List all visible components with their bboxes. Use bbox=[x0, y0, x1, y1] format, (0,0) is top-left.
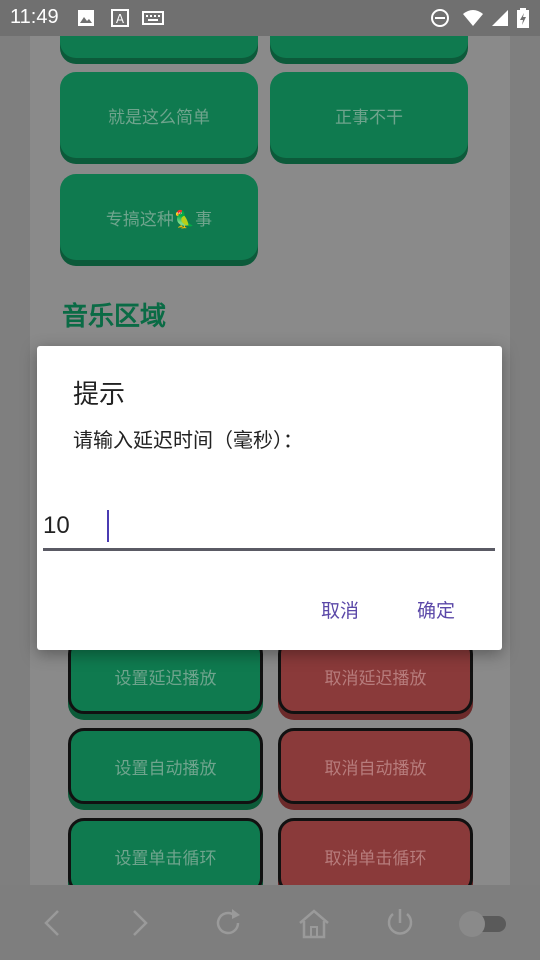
grid-button-top-right[interactable] bbox=[270, 36, 468, 58]
battery-icon bbox=[517, 8, 529, 28]
grid-button-no-business[interactable]: 正事不干 bbox=[270, 72, 468, 158]
image-icon bbox=[78, 10, 94, 26]
power-icon[interactable] bbox=[382, 905, 418, 941]
status-time: 11:49 bbox=[10, 6, 59, 28]
forward-icon[interactable] bbox=[122, 905, 158, 941]
a-text-icon: A bbox=[111, 9, 129, 27]
ok-button[interactable]: 确定 bbox=[417, 596, 455, 623]
bottom-nav-bar bbox=[0, 885, 540, 960]
home-icon[interactable] bbox=[296, 905, 332, 941]
keyboard-icon bbox=[142, 11, 164, 25]
grid-button-special[interactable]: 专搞这种🦜事 bbox=[60, 174, 258, 260]
music-section-title: 音乐区域 bbox=[62, 301, 167, 331]
do-not-disturb-icon bbox=[431, 9, 449, 27]
grid-button-top-left[interactable] bbox=[60, 36, 258, 58]
delay-input[interactable] bbox=[43, 504, 495, 551]
toggle-switch[interactable] bbox=[456, 905, 510, 941]
dialog-title: 提示 bbox=[73, 379, 126, 409]
status-bar: 11:49 A bbox=[0, 0, 540, 36]
set-auto-play-button[interactable]: 设置自动播放 bbox=[68, 728, 263, 804]
refresh-icon[interactable] bbox=[210, 905, 246, 941]
signal-icon bbox=[492, 10, 508, 26]
grid-button-simple[interactable]: 就是这么简单 bbox=[60, 72, 258, 158]
cancel-auto-play-button[interactable]: 取消自动播放 bbox=[278, 728, 473, 804]
cancel-button[interactable]: 取消 bbox=[321, 596, 359, 623]
set-click-loop-button[interactable]: 设置单击循环 bbox=[68, 818, 263, 894]
text-caret bbox=[107, 510, 109, 542]
wifi-icon bbox=[463, 10, 483, 26]
delay-input-dialog: 提示 请输入延迟时间（毫秒）： 取消 确定 bbox=[37, 346, 502, 650]
cancel-click-loop-button[interactable]: 取消单击循环 bbox=[278, 818, 473, 894]
dialog-message: 请输入延迟时间（毫秒）： bbox=[73, 430, 303, 452]
svg-text:A: A bbox=[116, 12, 125, 26]
back-icon[interactable] bbox=[34, 905, 70, 941]
